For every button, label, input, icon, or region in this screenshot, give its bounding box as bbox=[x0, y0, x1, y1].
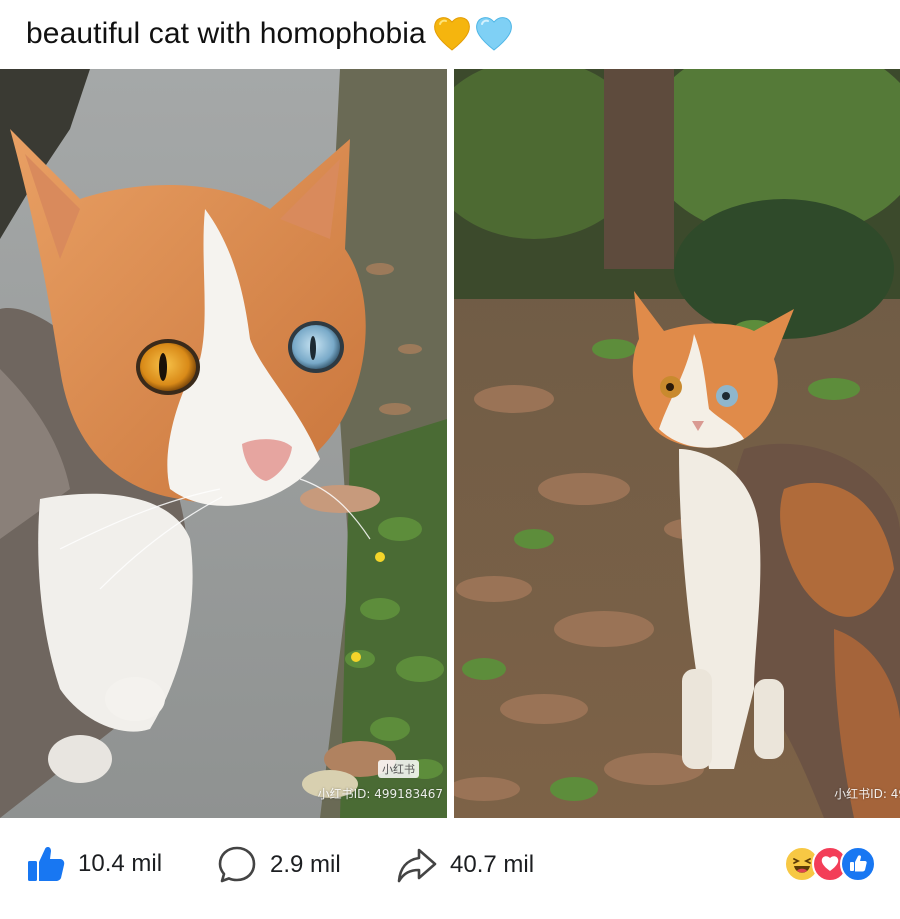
like-button[interactable]: 10.4 mil bbox=[26, 844, 162, 884]
post-caption: beautiful cat with homophobia bbox=[26, 12, 514, 56]
post-action-bar: 10.4 mil 2.9 mil 40.7 mil bbox=[0, 818, 900, 919]
caption-text: beautiful cat with homophobia bbox=[26, 17, 426, 50]
photo-divider bbox=[447, 69, 454, 818]
like-thumb-icon bbox=[840, 846, 876, 882]
comment-bubble-icon bbox=[218, 846, 256, 883]
share-count: 40.7 mil bbox=[450, 851, 535, 878]
photo-collage[interactable]: 小红书 小红书ID: 499183467 小红书ID: 49 bbox=[0, 69, 900, 818]
reactions-summary[interactable] bbox=[784, 846, 876, 882]
watermark-id: 小红书ID: 499183467 bbox=[317, 787, 443, 801]
yellow-heart-icon bbox=[433, 17, 470, 51]
watermark-badge: 小红书 bbox=[378, 760, 419, 778]
share-button[interactable]: 40.7 mil bbox=[396, 844, 534, 886]
comment-button[interactable]: 2.9 mil bbox=[216, 844, 341, 886]
photo-right[interactable]: 小红书ID: 49 bbox=[454, 69, 900, 818]
thumbs-up-icon bbox=[28, 846, 65, 881]
cat-closeup-image bbox=[0, 69, 447, 818]
like-count: 10.4 mil bbox=[78, 850, 163, 877]
light-blue-heart-icon bbox=[475, 17, 512, 51]
comment-count: 2.9 mil bbox=[270, 851, 341, 878]
cat-leaves-image bbox=[454, 69, 900, 818]
photo-left[interactable]: 小红书 小红书ID: 499183467 bbox=[0, 69, 447, 818]
watermark-id: 小红书ID: 49 bbox=[834, 787, 900, 801]
share-arrow-icon bbox=[397, 848, 437, 883]
